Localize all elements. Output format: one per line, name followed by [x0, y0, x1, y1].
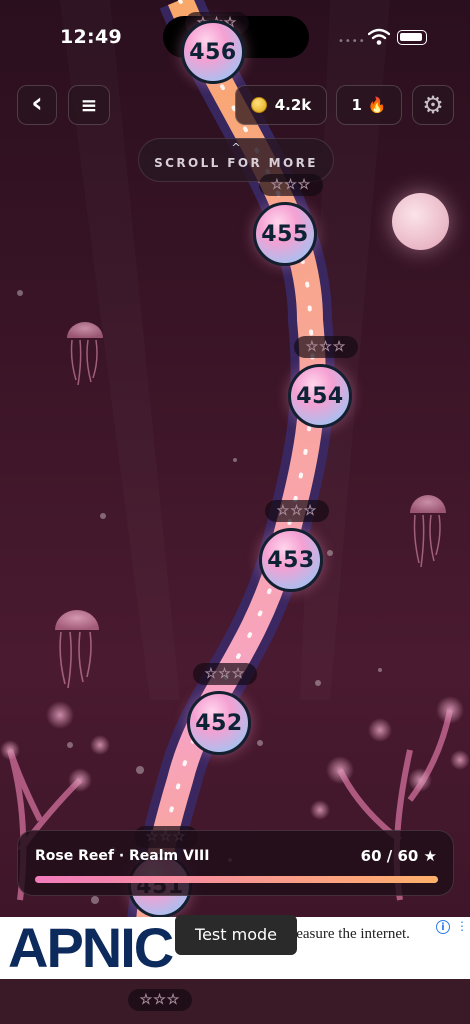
- level-number: 456: [181, 20, 245, 84]
- realm-progress-fill: [35, 876, 438, 883]
- level-number: 453: [259, 528, 323, 592]
- jellyfish: [55, 610, 99, 689]
- level-stars: ☆☆☆: [265, 500, 329, 522]
- lower-scene: ☆☆☆: [0, 979, 470, 1024]
- realm-progress-card: Rose Reef · Realm VIII 60 / 60 ★: [17, 830, 454, 896]
- chevron-up-icon: ^: [231, 141, 241, 154]
- test-mode-toast: Test mode: [175, 915, 297, 955]
- coins-value: 4.2k: [274, 96, 312, 114]
- streak-counter[interactable]: 1 🔥: [336, 85, 402, 125]
- jellyfish: [67, 322, 103, 386]
- back-button[interactable]: ‹: [17, 85, 57, 125]
- fire-icon: 🔥: [367, 96, 387, 114]
- level-stars: ☆☆☆: [294, 336, 358, 358]
- signal-icon: ••••: [338, 36, 366, 47]
- level-node[interactable]: ☆☆☆ 455: [253, 174, 333, 294]
- level-number: 452: [187, 691, 251, 755]
- gear-icon: ⚙: [422, 91, 444, 119]
- scroll-hint-label: SCROLL FOR MORE: [154, 156, 318, 170]
- level-stars: ☆☆☆: [128, 989, 192, 1011]
- level-number: 454: [288, 364, 352, 428]
- streak-value: 1: [351, 96, 362, 114]
- clock: 12:49: [60, 26, 122, 48]
- level-node[interactable]: ☆☆☆ 456: [181, 12, 261, 132]
- menu-button[interactable]: ≡: [68, 85, 110, 125]
- level-node[interactable]: ☆☆☆ 454: [288, 336, 368, 456]
- battery-icon: [397, 30, 427, 45]
- wifi-icon: [368, 28, 390, 45]
- level-stars: ☆☆☆: [193, 663, 257, 685]
- moon: [392, 193, 449, 250]
- realm-progress-bar: [35, 876, 438, 883]
- realm-title: Rose Reef · Realm VIII: [35, 848, 210, 864]
- ad-logo: APNIC: [8, 917, 174, 979]
- level-number: 455: [253, 202, 317, 266]
- info-icon[interactable]: i: [436, 920, 450, 934]
- settings-button[interactable]: ⚙: [412, 85, 454, 125]
- level-node[interactable]: ☆☆☆ 452: [187, 663, 267, 783]
- chevron-left-icon: ‹: [31, 86, 43, 119]
- more-options-icon[interactable]: ⋮: [456, 919, 468, 933]
- level-node[interactable]: ☆☆☆ 453: [259, 500, 339, 620]
- jellyfish: [410, 495, 446, 568]
- realm-stars-count: 60 / 60 ★: [360, 847, 437, 865]
- hamburger-icon: ≡: [80, 93, 98, 117]
- level-stars: ☆☆☆: [259, 174, 323, 196]
